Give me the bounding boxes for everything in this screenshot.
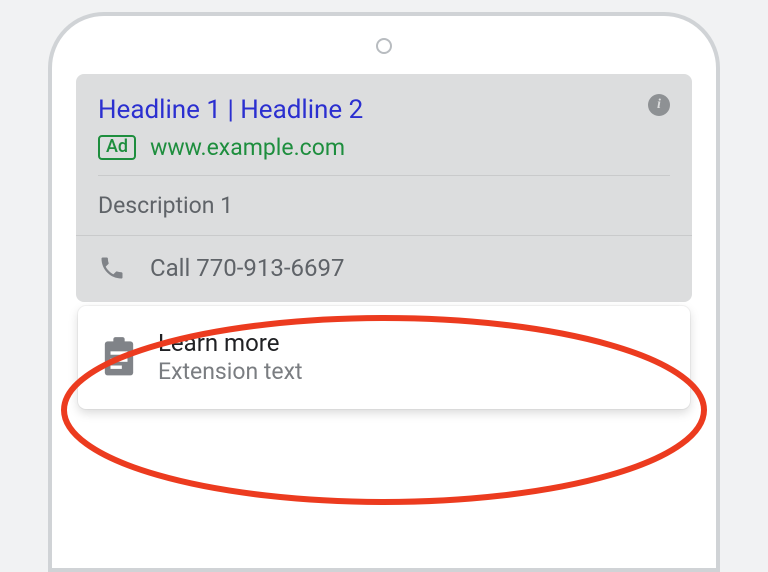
- ad-description: Description 1: [76, 176, 692, 236]
- extension-text-block: Learn more Extension text: [158, 328, 303, 387]
- ad-headline[interactable]: Headline 1 | Headline 2: [98, 94, 670, 128]
- extension-subtitle: Extension text: [158, 358, 303, 387]
- phone-icon: [98, 254, 126, 282]
- ad-url-row: Ad www.example.com: [98, 134, 670, 176]
- ad-display-url[interactable]: www.example.com: [150, 134, 345, 161]
- extension-title: Learn more: [158, 328, 303, 358]
- lead-form-extension-card[interactable]: Learn more Extension text: [78, 306, 690, 409]
- call-extension-row[interactable]: Call 770-913-6697: [76, 236, 692, 302]
- clipboard-icon: [102, 337, 136, 377]
- info-icon[interactable]: [648, 94, 670, 116]
- camera-dot: [376, 38, 392, 54]
- ad-card: Headline 1 | Headline 2 Ad www.example.c…: [76, 74, 692, 302]
- call-label: Call 770-913-6697: [150, 254, 344, 282]
- device-frame: Headline 1 | Headline 2 Ad www.example.c…: [48, 12, 720, 572]
- ad-badge: Ad: [98, 135, 136, 160]
- ad-header: Headline 1 | Headline 2 Ad www.example.c…: [76, 74, 692, 176]
